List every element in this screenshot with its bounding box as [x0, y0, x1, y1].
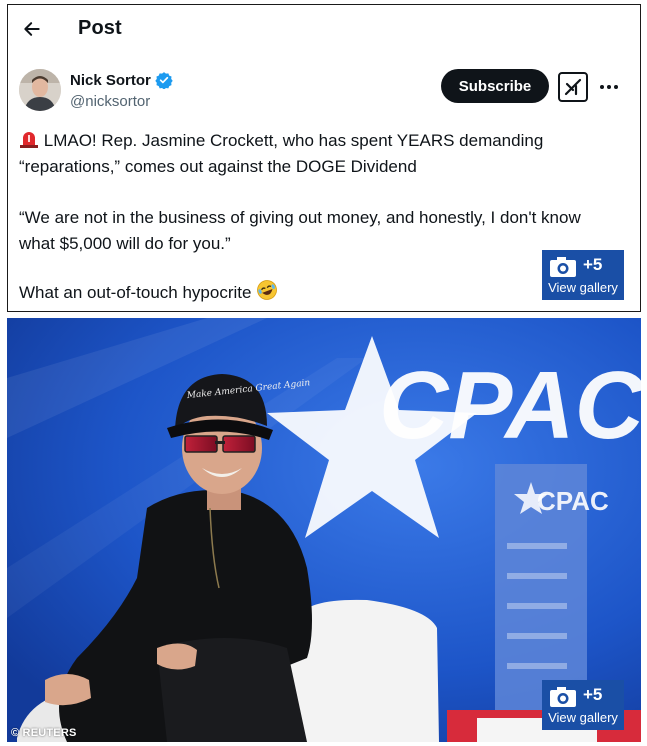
gallery-label: View gallery — [548, 280, 618, 295]
author-handle[interactable]: @nicksortor — [70, 93, 150, 110]
tweet-paragraph-1: LMAO! Rep. Jasmine Crockett, who has spe… — [19, 128, 619, 180]
laughing-emoji-icon — [257, 280, 278, 300]
tweet-text-1: LMAO! Rep. Jasmine Crockett, who has spe… — [19, 131, 544, 176]
post-header: Post — [8, 5, 640, 55]
grok-icon — [564, 78, 582, 96]
photo-credit: © REUTERS — [11, 727, 77, 739]
author-name[interactable]: Nick Sortor — [70, 71, 173, 89]
gallery-count: +5 — [583, 685, 603, 704]
avatar[interactable] — [19, 69, 61, 111]
view-gallery-button[interactable]: +5 View gallery — [542, 250, 624, 300]
more-options-button[interactable] — [597, 75, 621, 99]
subscribe-button[interactable]: Subscribe — [441, 69, 549, 103]
siren-icon — [20, 132, 38, 148]
back-arrow-icon — [24, 22, 40, 36]
verified-badge-icon — [155, 72, 173, 89]
view-gallery-button-photo[interactable]: +5 View gallery — [542, 680, 624, 730]
tweet-paragraph-2: “We are not in the business of giving ou… — [19, 208, 581, 253]
camera-icon — [550, 687, 576, 707]
tweet-paragraph-3: What an out-of-touch hypocrite — [19, 279, 619, 306]
photo-image: CPAC CPAC Make America Great Again — [7, 318, 641, 742]
camera-icon — [550, 257, 576, 277]
page-title: Post — [78, 17, 122, 39]
more-dots-icon — [600, 85, 618, 89]
banner-text: CPAC — [537, 486, 609, 516]
gallery-label: View gallery — [548, 710, 618, 725]
post-photo[interactable]: CPAC CPAC Make America Great Again © REU… — [7, 318, 641, 742]
gallery-count: +5 — [583, 255, 603, 274]
grok-button[interactable] — [558, 72, 588, 102]
tweet-text-3: What an out-of-touch hypocrite — [19, 283, 252, 302]
back-button[interactable] — [20, 17, 44, 41]
author-name-text: Nick Sortor — [70, 71, 151, 89]
avatar-image — [19, 69, 61, 111]
backdrop-text: CPAC — [379, 352, 641, 459]
